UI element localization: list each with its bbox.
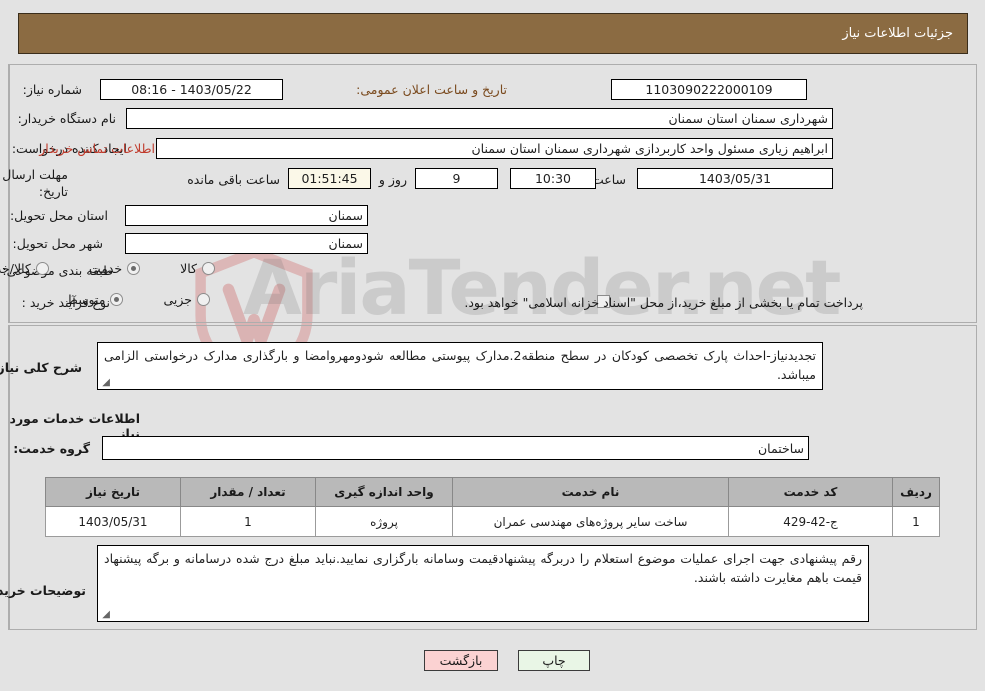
- need-details-page: AriaTender.net جزئیات اطلاعات نیاز شماره…: [0, 0, 985, 691]
- buyer-org-label: نام دستگاه خریدار:: [17, 111, 116, 126]
- radio-khedmat-icon[interactable]: [127, 262, 141, 275]
- cell-unit: پروژه: [315, 506, 453, 537]
- radio-kala-khedmat-icon[interactable]: [35, 262, 49, 275]
- col-qty: تعداد / مقدار: [180, 477, 316, 507]
- announce-datetime-label: تاریخ و ساعت اعلان عمومی:: [356, 82, 507, 97]
- purchase-process-radio-group[interactable]: جزیی متوسط: [66, 292, 210, 307]
- general-desc-textarea[interactable]: تجدیدنیاز-احداث پارک تخصصی کودکان در سطح…: [97, 342, 823, 390]
- general-desc-text: تجدیدنیاز-احداث پارک تخصصی کودکان در سطح…: [104, 348, 816, 383]
- buyer-notes-text: رقم پیشنهادی جهت اجرای عملیات موضوع استع…: [104, 551, 862, 586]
- top-panel-frame: [8, 64, 977, 323]
- radio-jozei-label: جزیی: [163, 292, 192, 307]
- requester-field[interactable]: ابراهیم زیاری مسئول واحد کاربردازی شهردا…: [156, 138, 833, 159]
- radio-kala-label: کالا: [180, 261, 197, 276]
- deadline-days-field[interactable]: 9: [415, 168, 498, 189]
- cell-code: ج-42-429: [728, 506, 893, 537]
- services-table: ردیف کد خدمت نام خدمت واحد اندازه گیری ت…: [45, 477, 940, 537]
- page-title: جزئیات اطلاعات نیاز: [842, 26, 953, 41]
- radio-option-jozei[interactable]: جزیی: [163, 292, 210, 307]
- cell-date: 1403/05/31: [45, 506, 181, 537]
- buyer-contact-link[interactable]: اطلاعات تماس خریدار: [39, 141, 155, 156]
- col-date: تاریخ نیاز: [45, 477, 181, 507]
- radio-option-khedmat[interactable]: خدمت: [88, 261, 141, 276]
- treasury-bonds-label: پرداخت تمام یا بخشی از مبلغ خرید،از محل …: [464, 295, 863, 310]
- deadline-label-line2: تاریخ:: [38, 184, 68, 199]
- radio-option-kala[interactable]: کالا: [180, 261, 215, 276]
- buyer-org-field[interactable]: شهرداری سمنان استان سمنان: [126, 108, 833, 129]
- need-number-field[interactable]: 1103090222000109: [611, 79, 807, 100]
- radio-motavaset-label: متوسط: [66, 292, 106, 307]
- deadline-hour-label: ساعت: [591, 172, 626, 187]
- radio-jozei-icon[interactable]: [197, 293, 210, 306]
- buyer-notes-resize-grip-icon[interactable]: ◢: [100, 610, 110, 620]
- print-button[interactable]: چاپ: [518, 650, 590, 671]
- radio-motavaset-icon[interactable]: [110, 293, 124, 306]
- table-header-row: ردیف کد خدمت نام خدمت واحد اندازه گیری ت…: [45, 477, 940, 507]
- announce-datetime-field[interactable]: 1403/05/22 - 08:16: [100, 79, 283, 100]
- delivery-city-field[interactable]: سمنان: [125, 233, 368, 254]
- radio-khedmat-label: خدمت: [88, 261, 123, 276]
- delivery-province-label: استان محل تحویل:: [9, 208, 108, 223]
- back-button[interactable]: بازگشت: [424, 650, 498, 671]
- table-row: 1 ج-42-429 ساخت سایر پروژه‌های مهندسی عم…: [45, 506, 940, 537]
- need-number-label: شماره نیاز:: [22, 82, 82, 97]
- radio-option-kala-khedmat[interactable]: کالا/خدمت: [0, 261, 49, 276]
- radio-kala-khedmat-label: کالا/خدمت: [0, 261, 31, 276]
- cell-row: 1: [892, 506, 940, 537]
- deadline-remaining-label: ساعت باقی مانده: [187, 172, 280, 187]
- col-name: نام خدمت: [452, 477, 729, 507]
- general-desc-label: شرح کلی نیاز:: [0, 360, 82, 375]
- deadline-date-field[interactable]: 1403/05/31: [637, 168, 833, 189]
- delivery-city-label: شهر محل تحویل:: [12, 236, 103, 251]
- delivery-province-field[interactable]: سمنان: [125, 205, 368, 226]
- col-unit: واحد اندازه گیری: [315, 477, 453, 507]
- subject-class-radio-group[interactable]: کالا خدمت کالا/خدمت: [0, 261, 215, 276]
- resize-grip-icon[interactable]: ◢: [100, 378, 110, 388]
- buyer-notes-textarea[interactable]: رقم پیشنهادی جهت اجرای عملیات موضوع استع…: [97, 545, 869, 622]
- buyer-notes-label: توضیحات خریدار:: [0, 583, 86, 598]
- radio-kala-icon[interactable]: [202, 262, 215, 275]
- deadline-label-line1: مهلت ارسال پاسخ: تا: [0, 167, 68, 182]
- radio-option-motavaset[interactable]: متوسط: [66, 292, 124, 307]
- service-group-field[interactable]: ساختمان: [102, 436, 809, 460]
- cell-qty: 1: [180, 506, 316, 537]
- col-row: ردیف: [892, 477, 940, 507]
- deadline-countdown-field: 01:51:45: [288, 168, 371, 189]
- cell-name: ساخت سایر پروژه‌های مهندسی عمران: [452, 506, 729, 537]
- deadline-days-label: روز و: [378, 172, 407, 187]
- service-group-label: گروه خدمت:: [13, 441, 90, 456]
- page-title-bar: جزئیات اطلاعات نیاز: [18, 13, 968, 54]
- deadline-hour-field[interactable]: 10:30: [510, 168, 596, 189]
- col-code: کد خدمت: [728, 477, 893, 507]
